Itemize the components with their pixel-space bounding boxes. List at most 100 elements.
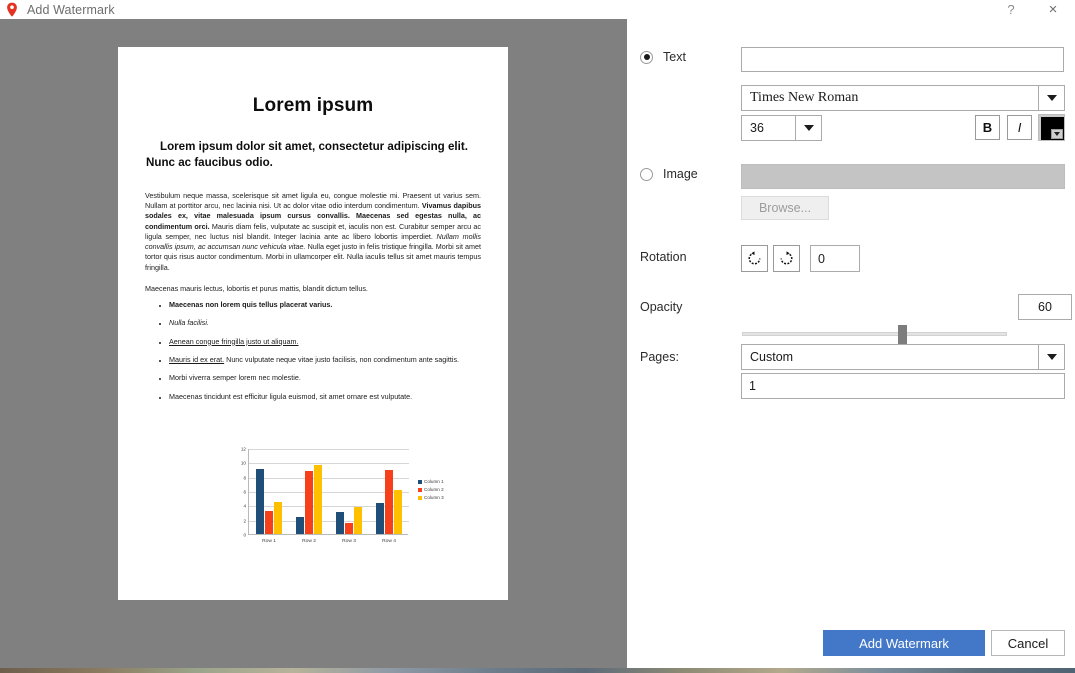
title-bar: Add Watermark ? ×: [0, 0, 1075, 19]
list-item: Morbi viverra semper lorem nec molestie.: [169, 373, 481, 383]
image-mode-option[interactable]: Image: [640, 167, 698, 181]
settings-panel: Text Times New Roman 36 B I Image Browse…: [627, 19, 1075, 668]
list-item: Maecenas non lorem quis tellus placerat …: [169, 300, 481, 310]
chart-bar: [305, 470, 313, 534]
chart-plot-area: 0 2 4 6 8 10 12 Row 1 Row 2 Row 3 Row 4: [241, 447, 409, 544]
chart-legend: Column 1 Column 2 Column 3: [418, 478, 444, 502]
chart-bar: [256, 468, 264, 534]
chart-x-tick-label: Row 4: [382, 539, 396, 544]
chart-legend-item: Column 3: [418, 494, 444, 502]
cancel-button[interactable]: Cancel: [991, 630, 1065, 656]
chevron-down-icon[interactable]: [1038, 86, 1064, 110]
rotate-clockwise-button[interactable]: [773, 245, 800, 272]
font-size-value: 36: [750, 121, 764, 135]
chart-bar: [376, 503, 384, 534]
rotate-counterclockwise-button[interactable]: [741, 245, 768, 272]
add-watermark-button[interactable]: Add Watermark: [823, 630, 985, 656]
chart-bar: [394, 489, 402, 534]
chart-y-tick-label: 6: [243, 489, 246, 495]
list-item: Aenean congue fringilla justo ut aliquam…: [169, 337, 481, 347]
document-paragraph-2: Maecenas mauris lectus, lobortis et puru…: [145, 283, 368, 293]
text-color-picker[interactable]: [1038, 114, 1065, 141]
chart-bar: [385, 469, 393, 534]
text-mode-option[interactable]: Text: [640, 50, 686, 64]
rotate-counterclockwise-icon: [748, 251, 761, 265]
text-radio-button[interactable]: [640, 50, 653, 64]
chart-y-tick-label: 10: [240, 460, 246, 466]
chevron-down-icon[interactable]: [795, 116, 821, 140]
list-item-text-rest: Nunc vulputate neque vitae justo facilis…: [224, 355, 460, 365]
chart-y-tick-label: 8: [243, 475, 246, 481]
window-title: Add Watermark: [27, 2, 115, 17]
image-radio-button[interactable]: [640, 167, 653, 181]
rotation-value-input[interactable]: 0: [810, 245, 860, 272]
chart-bar-group: [369, 448, 409, 534]
chart-legend-label: Column 1: [424, 479, 444, 484]
color-dropdown-arrow[interactable]: [1051, 129, 1063, 139]
list-item-text: Morbi viverra semper lorem nec molestie.: [169, 373, 301, 383]
chart-x-tick-label: Row 3: [342, 539, 356, 544]
opacity-label: Opacity: [640, 300, 683, 314]
document-subtitle: Lorem ipsum dolor sit amet, consectetur …: [146, 140, 468, 169]
italic-button[interactable]: I: [1007, 115, 1032, 140]
chart-y-tick-label: 2: [243, 518, 246, 524]
chart-legend-swatch: [418, 488, 422, 493]
chart-bar: [296, 516, 304, 534]
font-size-dropdown[interactable]: 36: [741, 115, 822, 141]
chart-bar-group: [249, 448, 289, 534]
document-preview-pane[interactable]: Lorem ipsum Lorem ipsum dolor sit amet, …: [0, 19, 627, 668]
chart-legend-label: Column 3: [424, 495, 444, 501]
pages-label: Pages:: [640, 350, 679, 364]
add-watermark-dialog: Add Watermark ? × Lorem ipsum Lorem ipsu…: [0, 0, 1075, 668]
rotation-label: Rotation: [640, 250, 687, 264]
chart-bar: [274, 501, 282, 534]
list-item-text: Mauris id ex erat.: [169, 355, 225, 365]
list-item: Maecenas tincidunt est efficitur ligula …: [169, 392, 481, 402]
document-bar-chart: 0 2 4 6 8 10 12 Row 1 Row 2 Row 3 Row 4 Column 1 Co…: [222, 447, 452, 553]
font-family-value: Times New Roman: [750, 90, 859, 105]
chart-legend-swatch: [418, 480, 422, 485]
watermark-text-input[interactable]: [741, 47, 1064, 72]
chart-legend-label: Column 2: [424, 487, 444, 493]
pages-custom-input[interactable]: 1: [741, 373, 1065, 399]
list-item-text: Maecenas non lorem quis tellus placerat …: [169, 299, 333, 309]
chart-x-tick-label: Row 1: [262, 539, 276, 544]
chart-y-tick-label: 0: [243, 532, 246, 538]
font-family-dropdown[interactable]: Times New Roman: [741, 85, 1065, 111]
slider-thumb[interactable]: [898, 325, 907, 344]
bold-button[interactable]: B: [975, 115, 1000, 140]
dialog-footer: Add Watermark Cancel: [627, 620, 1075, 668]
chart-bar: [336, 511, 344, 534]
image-radio-label: Image: [663, 167, 698, 181]
image-path-input[interactable]: [741, 164, 1065, 189]
document-title: Lorem ipsum: [252, 95, 374, 116]
chart-legend-swatch: [418, 496, 422, 501]
chart-y-tick-label: 12: [240, 446, 246, 452]
desktop-wallpaper-strip: [0, 668, 1075, 673]
location-pin-icon: [7, 2, 17, 17]
chevron-down-icon[interactable]: [1038, 345, 1064, 369]
italic-label: I: [1017, 120, 1022, 135]
list-item-text: Maecenas tincidunt est efficitur ligula …: [169, 391, 413, 401]
pages-value: Custom: [750, 350, 794, 364]
chart-bar-group: [289, 448, 329, 534]
list-item-text: Aenean congue fringilla justo ut aliquam…: [169, 336, 299, 346]
help-button[interactable]: ?: [991, 0, 1031, 19]
slider-track[interactable]: [742, 332, 1007, 336]
opacity-value-input[interactable]: 60: [1018, 294, 1072, 320]
list-item: Nulla facilisi.: [169, 318, 481, 328]
browse-button[interactable]: Browse...: [741, 196, 829, 220]
chart-x-tick-label: Row 2: [302, 539, 316, 544]
chart-bar: [354, 507, 362, 534]
text-radio-label: Text: [663, 50, 686, 64]
bold-label: B: [982, 120, 993, 135]
pages-dropdown[interactable]: Custom: [741, 344, 1065, 370]
close-button[interactable]: ×: [1031, 0, 1075, 19]
rotate-clockwise-icon: [780, 251, 793, 265]
chart-bar: [314, 465, 322, 534]
chart-bar-group: [329, 448, 369, 534]
chart-bar: [345, 523, 353, 534]
chart-legend-item: Column 2: [418, 486, 444, 494]
document-page: Lorem ipsum Lorem ipsum dolor sit amet, …: [118, 47, 508, 600]
chart-legend-item: Column 1: [418, 478, 444, 486]
